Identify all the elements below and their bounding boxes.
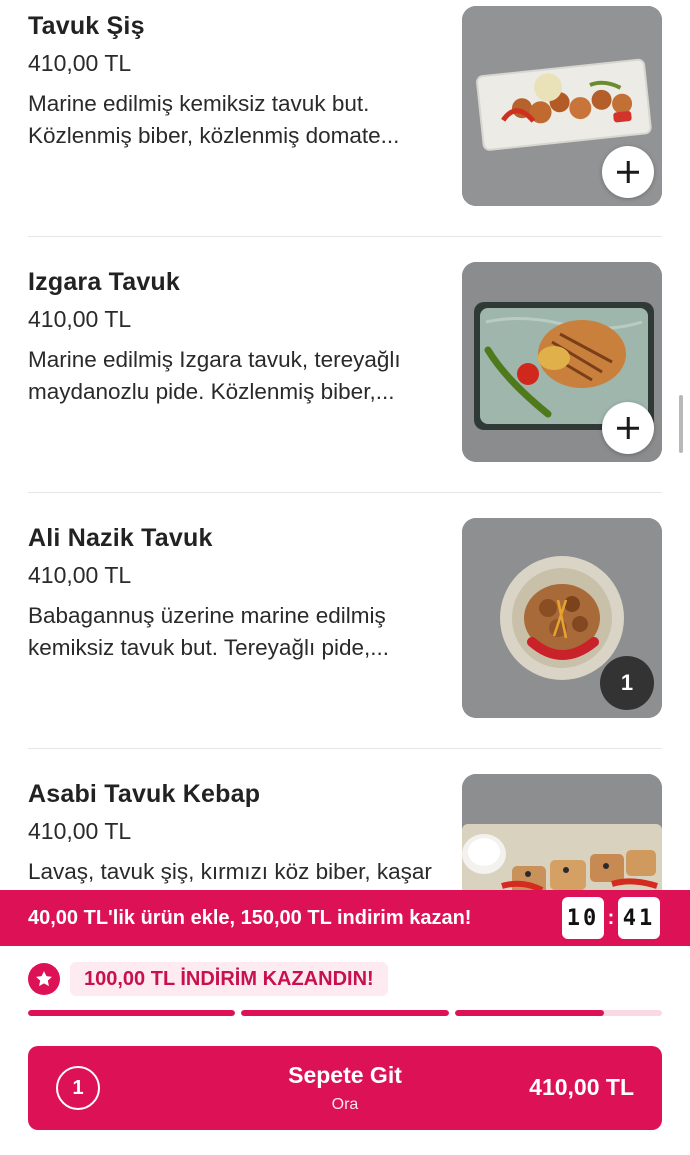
discount-status: 100,00 TL İNDİRİM KAZANDIN! [28, 962, 388, 996]
timer-minutes: 10 [562, 897, 604, 939]
promo-text: 40,00 TL'lik ürün ekle, 150,00 TL indiri… [28, 907, 472, 929]
item-photo[interactable] [462, 262, 662, 462]
divider [28, 236, 662, 237]
menu-item-izgara-tavuk[interactable]: Izgara Tavuk 410,00 TL Marine edilmiş Iz… [28, 262, 662, 462]
progress-segment [454, 1010, 662, 1016]
menu-list: Tavuk Şiş 410,00 TL Marine edilmiş kemik… [0, 0, 690, 890]
item-quantity-badge[interactable]: 1 [600, 656, 654, 710]
divider [28, 492, 662, 493]
bottom-cart-panel: 100,00 TL İNDİRİM KAZANDIN! 1 Sepete Git… [0, 946, 690, 1155]
countdown-timer: 10 : 41 [562, 897, 660, 939]
timer-separator: : [607, 906, 615, 929]
item-name: Tavuk Şiş [28, 12, 145, 40]
add-to-cart-button[interactable] [602, 402, 654, 454]
item-price: 410,00 TL [28, 562, 132, 588]
divider [28, 748, 662, 749]
scrollbar-thumb[interactable] [679, 395, 683, 453]
progress-segment-fill [241, 1010, 449, 1016]
item-photo[interactable]: 1 [462, 518, 662, 718]
item-description: Lavaş, tavuk şiş, kırmızı köz biber, kaş… [28, 859, 432, 884]
item-description: Babagannuş üzerine marine edilmiş kemiks… [28, 603, 389, 660]
item-description: Marine edilmiş Izgara tavuk, tereyağlı m… [28, 347, 401, 404]
item-name: Izgara Tavuk [28, 268, 180, 296]
menu-item-ali-nazik-tavuk[interactable]: Ali Nazik Tavuk 410,00 TL Babagannuş üze… [28, 518, 662, 718]
cart-total-price: 410,00 TL [529, 1074, 634, 1100]
star-badge-icon [28, 963, 60, 995]
item-price: 410,00 TL [28, 50, 132, 76]
discount-label: 100,00 TL İNDİRİM KAZANDIN! [70, 962, 388, 996]
progress-segment [28, 1010, 236, 1016]
menu-item-tavuk-sis[interactable]: Tavuk Şiş 410,00 TL Marine edilmiş kemik… [28, 6, 662, 206]
progress-segment-fill [28, 1010, 236, 1016]
item-description: Marine edilmiş kemiksiz tavuk but. Közle… [28, 91, 400, 148]
item-name: Asabi Tavuk Kebap [28, 780, 261, 808]
promo-banner[interactable]: 40,00 TL'lik ürün ekle, 150,00 TL indiri… [0, 890, 690, 946]
discount-progress [28, 1010, 662, 1016]
item-photo[interactable] [462, 6, 662, 206]
progress-segment [241, 1010, 449, 1016]
item-photo[interactable] [462, 774, 662, 890]
item-price: 410,00 TL [28, 818, 132, 844]
item-price: 410,00 TL [28, 306, 132, 332]
menu-item-asabi-tavuk-kebap[interactable]: Asabi Tavuk Kebap 410,00 TL Lavaş, tavuk… [28, 774, 662, 890]
item-name: Ali Nazik Tavuk [28, 524, 213, 552]
food-photo-kebab-icon [462, 774, 662, 890]
progress-segment-fill [454, 1010, 604, 1016]
add-to-cart-button[interactable] [602, 146, 654, 198]
go-to-cart-button[interactable]: 1 Sepete Git Ora 410,00 TL [28, 1046, 662, 1130]
timer-seconds: 41 [618, 897, 660, 939]
